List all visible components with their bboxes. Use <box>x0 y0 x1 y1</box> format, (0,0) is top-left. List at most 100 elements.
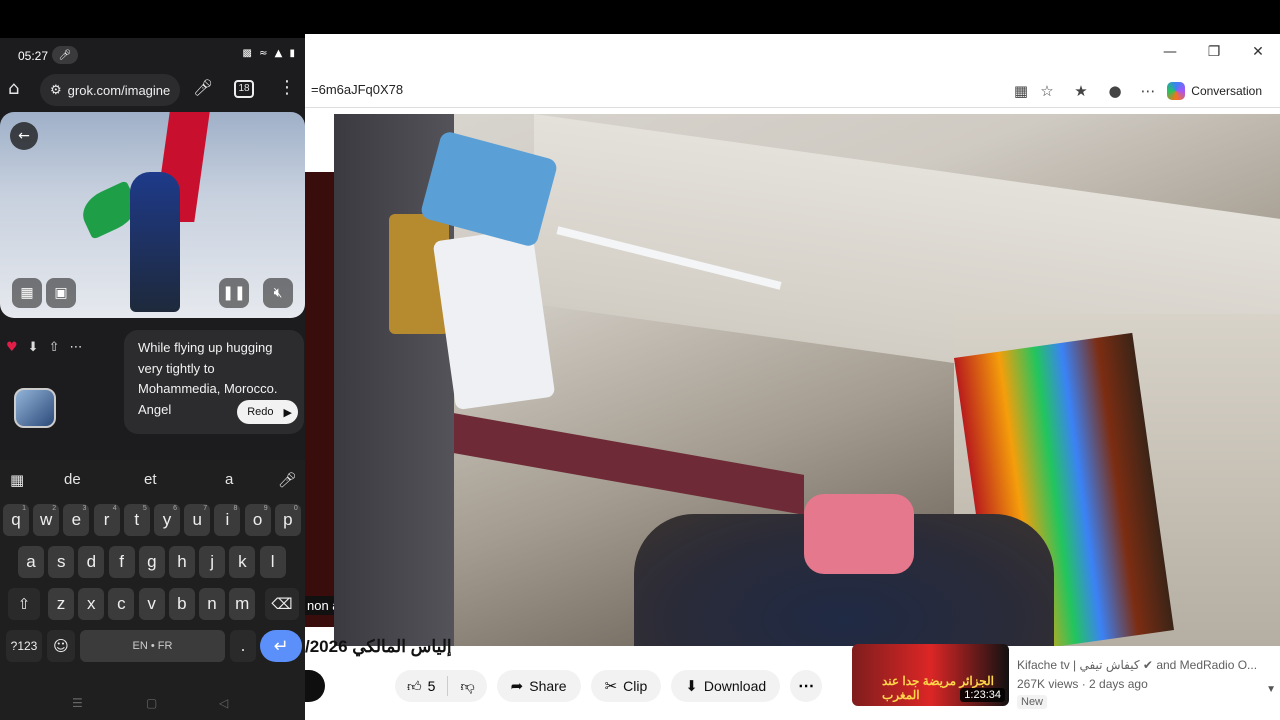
key-c[interactable]: c <box>108 588 135 620</box>
conversation-button[interactable]: Conversation <box>1161 78 1272 104</box>
space-key[interactable]: EN • FR <box>80 630 225 662</box>
enter-key[interactable]: ↵ <box>260 630 302 662</box>
recommended-thumbnail[interactable]: الجزائر مريضة جدا عند المغرب 1:23:34 <box>852 644 1009 706</box>
voice-search-icon[interactable]: 🎤︎ <box>193 78 213 97</box>
recommended-video[interactable]: الجزائر مريضة جدا عند المغرب 1:23:34 Kif… <box>852 644 1272 720</box>
site-settings-icon: ⚙ <box>50 82 62 97</box>
mute-icon[interactable]: 🔇︎ <box>263 278 293 308</box>
address-bar[interactable]: =6m6aJFq0X78 ▦ ☆ ★ ● ⋯ Conversation <box>305 74 1280 108</box>
key-p[interactable]: p0 <box>274 504 301 536</box>
suggestion-3[interactable]: a <box>225 471 233 488</box>
key-d[interactable]: d <box>78 546 105 578</box>
close-icon[interactable]: ✕ <box>1236 34 1280 70</box>
profile-icon[interactable]: ● <box>1104 80 1126 102</box>
back-nav-icon[interactable]: ◁ <box>219 696 228 710</box>
key-y[interactable]: y6 <box>154 504 180 536</box>
more-icon[interactable]: ⋯ <box>1137 80 1159 102</box>
url-text[interactable]: =6m6aJFq0X78 <box>311 82 403 97</box>
heart-icon[interactable]: ♥ <box>6 340 18 355</box>
tab-switcher-button[interactable]: 18 <box>234 80 254 98</box>
key-label: o <box>252 510 263 529</box>
key-q[interactable]: q1 <box>3 504 29 536</box>
source-image-thumbnail[interactable] <box>14 388 56 428</box>
key-k[interactable]: k <box>229 546 256 578</box>
key-g[interactable]: g <box>138 546 165 578</box>
key-j[interactable]: j <box>199 546 226 578</box>
key-b[interactable]: b <box>168 588 195 620</box>
symbols-key[interactable]: ?123 <box>6 630 42 662</box>
recents-icon[interactable]: ☰ <box>72 696 83 710</box>
more-icon[interactable]: ⋯ <box>69 340 82 355</box>
key-s[interactable]: s <box>48 546 75 578</box>
key-row-1: q1w2e3r4t5y6u7i8o9p0 <box>0 502 305 538</box>
copilot-icon <box>1167 82 1186 100</box>
download-icon[interactable]: ⬇ <box>28 340 39 355</box>
share-icon: ➦ <box>510 677 524 695</box>
share-icon[interactable]: ⇧ <box>49 340 60 355</box>
channel-name: Kifache tv | كيفاش تيفي <box>1017 658 1140 672</box>
home-icon[interactable]: ⌂ <box>8 78 19 99</box>
key-x[interactable]: x <box>78 588 105 620</box>
dislike-button[interactable]: 👎︎ <box>448 670 486 702</box>
video-player[interactable] <box>334 114 1280 646</box>
generated-image[interactable]: ← ▦ ▣ ❚❚ 🔇︎ <box>0 112 305 318</box>
top-black-bar <box>0 0 1280 34</box>
backspace-key[interactable]: ⌫ <box>265 588 299 620</box>
video-mode-icon[interactable]: ▦ <box>12 278 42 308</box>
key-label: p <box>283 510 293 529</box>
key-r[interactable]: r4 <box>93 504 120 536</box>
star-icon[interactable]: ☆ <box>1036 80 1058 102</box>
key-n[interactable]: n <box>199 588 225 620</box>
restore-icon[interactable]: ❐ <box>1192 34 1236 70</box>
key-e[interactable]: e3 <box>63 504 90 536</box>
key-i[interactable]: i8 <box>214 504 241 536</box>
like-button[interactable]: 👍︎ 5 <box>395 670 447 702</box>
favorites-icon[interactable]: ★ <box>1070 80 1092 102</box>
key-label: w <box>40 510 53 529</box>
channel-suffix: and MedRadio O... <box>1156 658 1258 672</box>
more-actions-button[interactable]: ⋯ <box>790 670 823 702</box>
recommended-channel[interactable]: Kifache tv | كيفاش تيفي ✔ and MedRadio O… <box>1017 658 1257 672</box>
clip-button[interactable]: ✂ Clip <box>590 670 662 702</box>
video-pink-item <box>804 494 914 574</box>
key-t[interactable]: t5 <box>123 504 150 536</box>
prompt-box[interactable]: While flying up hugging very tightly to … <box>124 330 304 434</box>
key-w[interactable]: w2 <box>33 504 60 536</box>
period-key[interactable]: . <box>230 630 256 662</box>
home-nav-icon[interactable]: ▢ <box>146 696 157 710</box>
key-a[interactable]: a <box>18 546 44 578</box>
key-row-3: ⇧ ⌫ zxcvbnm <box>0 586 305 622</box>
phone-url-field[interactable]: ⚙ grok.com/imagine <box>40 74 180 106</box>
key-m[interactable]: m <box>229 588 256 620</box>
key-l[interactable]: l <box>259 546 286 578</box>
key-number-hint: 7 <box>203 505 208 512</box>
keyboard-mic-icon[interactable]: 🎤︎ <box>278 471 297 489</box>
emoji-key[interactable]: ☺ <box>47 630 75 662</box>
thumb-down-icon: 👎︎ <box>460 677 475 694</box>
shift-key[interactable]: ⇧ <box>8 588 40 620</box>
menu-icon[interactable]: ⋮ <box>278 77 296 98</box>
key-h[interactable]: h <box>169 546 195 578</box>
share-button[interactable]: ➦ Share <box>496 670 581 702</box>
download-label: Download <box>703 678 767 694</box>
image-mode-icon[interactable]: ▣ <box>46 278 76 308</box>
redo-button[interactable]: Redo ▶ <box>237 400 298 424</box>
minimize-icon[interactable]: — <box>1148 34 1192 70</box>
key-o[interactable]: o9 <box>244 504 271 536</box>
key-label: y <box>162 510 172 529</box>
key-f[interactable]: f <box>108 546 135 578</box>
suggestion-2[interactable]: et <box>144 471 157 488</box>
key-v[interactable]: v <box>138 588 165 620</box>
apps-grid-icon[interactable]: ▦ <box>10 471 24 489</box>
key-z[interactable]: z <box>48 588 74 620</box>
key-u[interactable]: u7 <box>184 504 211 536</box>
pause-icon[interactable]: ❚❚ <box>219 278 249 308</box>
scroll-down-icon[interactable]: ▼ <box>1266 684 1276 695</box>
video-title: /2026 إلياس المالكي <box>305 637 452 656</box>
back-arrow-icon[interactable]: ← <box>10 122 38 150</box>
download-button[interactable]: ⬇ Download <box>671 670 781 702</box>
phone-screen: 05:27 🎤︎ ▩ ≈ ▲ ▮ ⌂ ⚙ grok.com/imagine 🎤︎… <box>0 38 305 720</box>
app-available-icon[interactable]: ▦ <box>1010 80 1032 102</box>
suggestion-1[interactable]: de <box>64 471 81 488</box>
new-badge: New <box>1017 695 1048 709</box>
